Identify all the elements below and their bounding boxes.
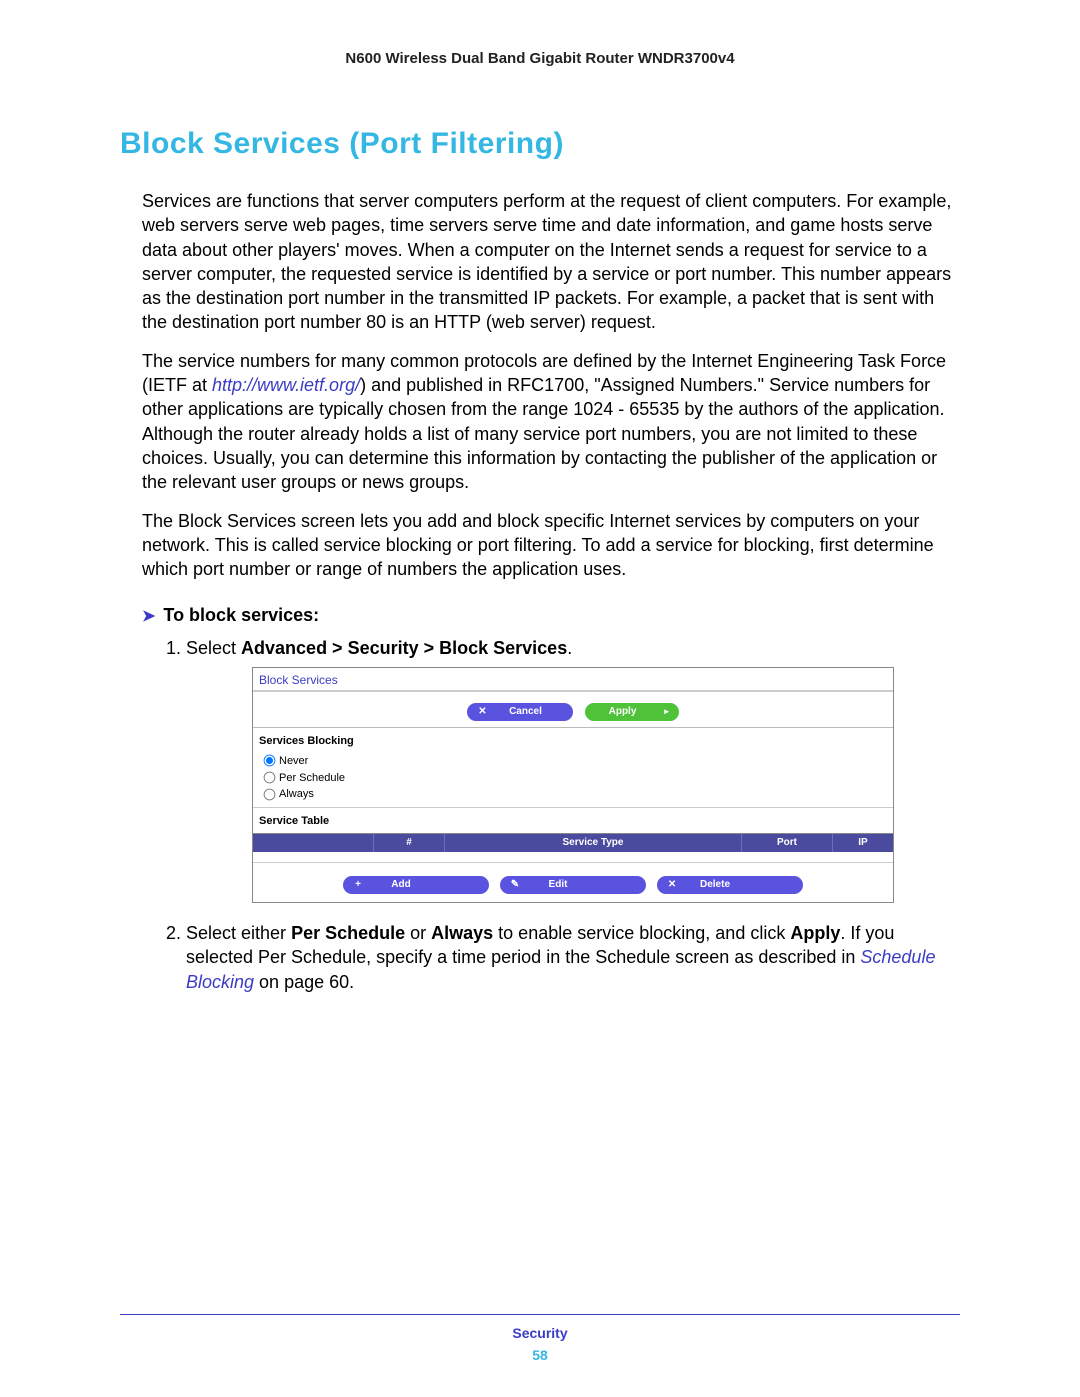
service-table-header: # Service Type Port IP (253, 833, 893, 852)
chevron-right-icon: ➤ (142, 606, 155, 626)
delete-label: Delete (685, 876, 745, 894)
col-blank (253, 834, 374, 852)
apply-button[interactable]: Apply (585, 703, 679, 721)
pencil-icon (508, 876, 522, 894)
radio-per-schedule-label: Per Schedule (279, 772, 345, 784)
col-type: Service Type (445, 834, 742, 852)
radio-never-label: Never (279, 755, 308, 767)
task-heading-text: To block services: (163, 605, 319, 625)
radio-always[interactable] (264, 789, 276, 801)
radio-per-schedule[interactable] (264, 772, 276, 784)
paragraph-1: Services are functions that server compu… (120, 189, 960, 335)
close-icon (665, 876, 679, 894)
step2-always: Always (431, 923, 493, 943)
step1-prefix: Select (186, 638, 241, 658)
section-title: Block Services (Port Filtering) (120, 127, 960, 161)
radio-always-row: Always (253, 786, 893, 803)
col-num: # (374, 834, 445, 852)
close-icon (475, 703, 489, 721)
service-table-buttons: Add Edit Delete (253, 863, 893, 902)
paragraph-2: The service numbers for many common prot… (120, 349, 960, 495)
col-port: Port (742, 834, 833, 852)
step2-apply: Apply (790, 923, 840, 943)
cancel-label: Cancel (495, 703, 555, 721)
radio-never[interactable] (264, 755, 276, 767)
edit-label: Edit (528, 876, 588, 894)
panel-title: Block Services (253, 668, 893, 692)
block-services-panel: Block Services Cancel Apply Services Blo… (252, 667, 894, 903)
radio-always-label: Always (279, 788, 314, 800)
paragraph-3: The Block Services screen lets you add a… (120, 509, 960, 582)
step-1: Select Advanced > Security > Block Servi… (186, 636, 960, 903)
radio-per-schedule-row: Per Schedule (253, 770, 893, 787)
edit-button[interactable]: Edit (500, 876, 646, 894)
step2-d: to enable service blocking, and click (493, 923, 790, 943)
add-button[interactable]: Add (343, 876, 489, 894)
step2-f: on page 60. (254, 972, 354, 992)
footer-divider (120, 1314, 960, 1315)
step1-suffix: . (567, 638, 572, 658)
apply-label: Apply (593, 703, 653, 721)
step1-path: Advanced > Security > Block Services (241, 638, 567, 658)
plus-icon (351, 876, 365, 894)
ietf-link[interactable]: http://www.ietf.org/ (212, 375, 360, 395)
cancel-button[interactable]: Cancel (467, 703, 573, 721)
service-table-label: Service Table (253, 807, 893, 833)
services-blocking-label: Services Blocking (253, 728, 893, 753)
add-label: Add (371, 876, 431, 894)
panel-top-buttons: Cancel Apply (253, 692, 893, 728)
page-header: N600 Wireless Dual Band Gigabit Router W… (120, 50, 960, 67)
radio-never-row: Never (253, 753, 893, 770)
task-heading: ➤ To block services: (142, 605, 960, 626)
step2-per-schedule: Per Schedule (291, 923, 405, 943)
step-2: Select either Per Schedule or Always to … (186, 921, 960, 994)
step2-a: Select either (186, 923, 291, 943)
delete-button[interactable]: Delete (657, 876, 803, 894)
step2-c: or (405, 923, 431, 943)
page-footer: Security 58 (120, 1325, 960, 1363)
col-ip: IP (833, 834, 893, 852)
service-table-empty (253, 852, 893, 863)
footer-page-number: 58 (120, 1347, 960, 1363)
footer-section: Security (512, 1325, 567, 1341)
